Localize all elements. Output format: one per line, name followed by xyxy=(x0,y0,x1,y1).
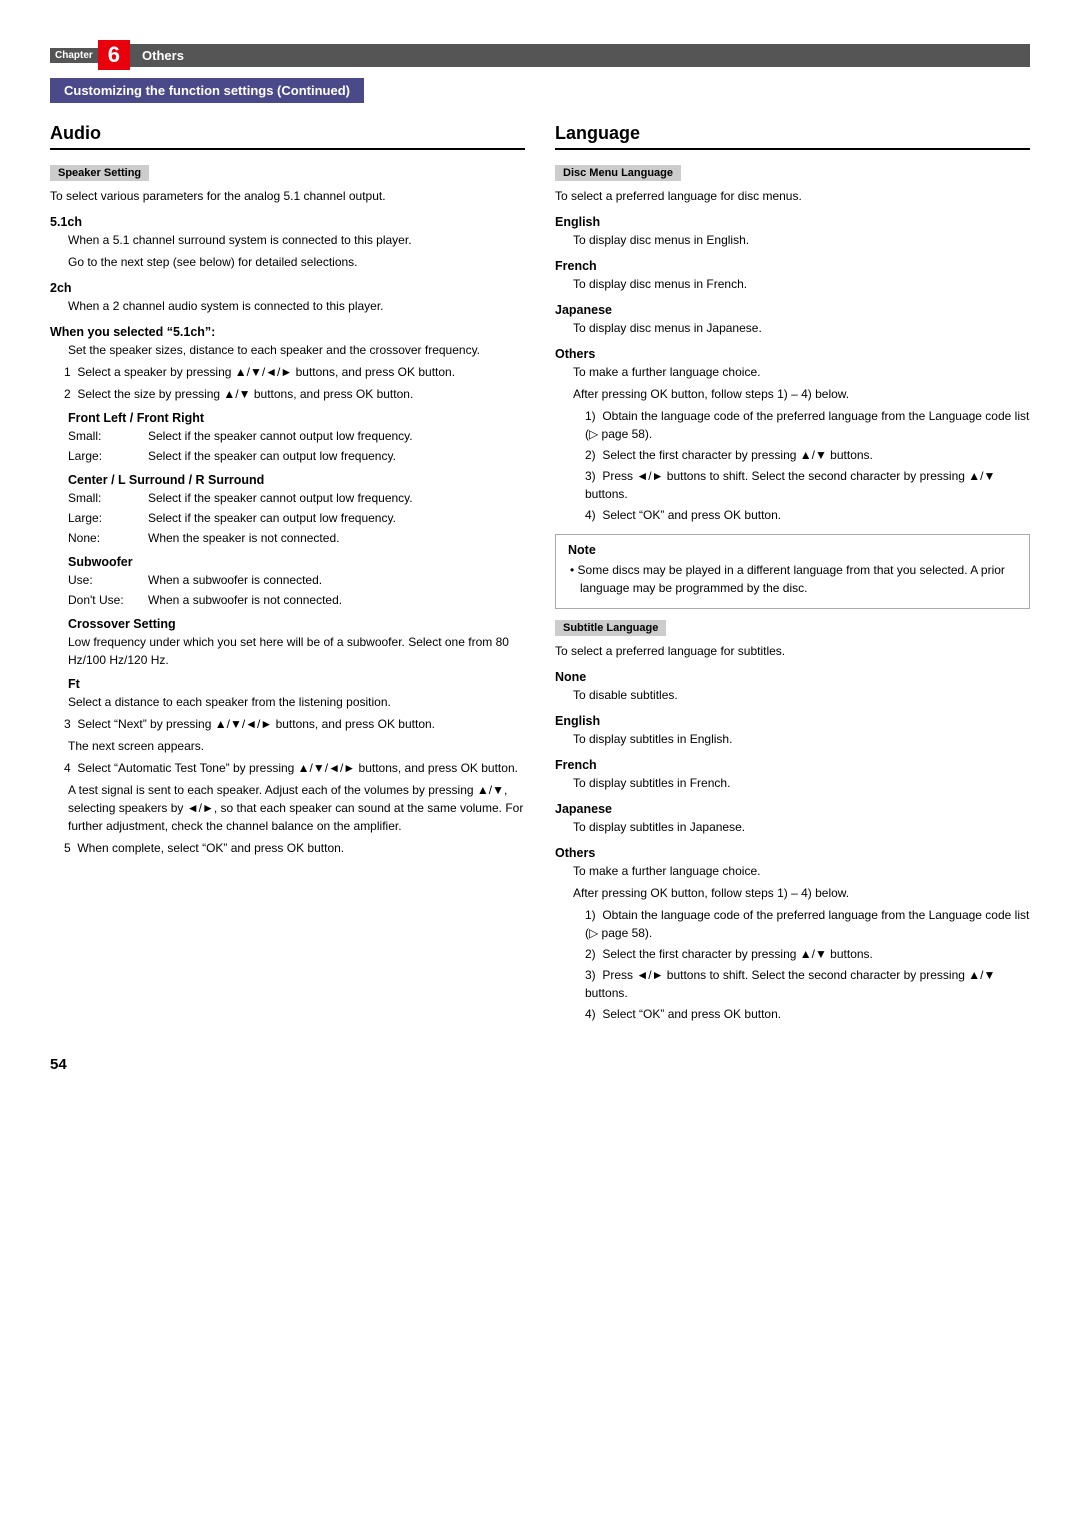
crossover-heading: Crossover Setting xyxy=(68,617,525,631)
disc-menu-others-step2: 2) Select the first character by pressin… xyxy=(585,446,1030,464)
subwoofer-heading: Subwoofer xyxy=(68,555,525,569)
disc-menu-others-step4: 4) Select “OK” and press OK button. xyxy=(585,506,1030,524)
front-lr-section: Front Left / Front Right Small: Select i… xyxy=(68,411,525,465)
subtitle-bar: Customizing the function settings (Conti… xyxy=(50,78,1030,123)
subtitle-japanese-text: To display subtitles in Japanese. xyxy=(573,818,1030,836)
step3: 3 Select “Next” by pressing ▲/▼/◄/► butt… xyxy=(64,715,525,733)
when-selected-heading: When you selected “5.1ch”: xyxy=(50,325,525,339)
audio-section: Audio Speaker Setting To select various … xyxy=(50,123,525,1026)
subtitle-japanese-heading: Japanese xyxy=(555,802,1030,816)
disc-menu-english-heading: English xyxy=(555,215,1030,229)
subtitle-bar-text: Customizing the function settings (Conti… xyxy=(50,78,364,103)
center-surround-large: Large: Select if the speaker can output … xyxy=(68,509,525,527)
front-lr-large: Large: Select if the speaker can output … xyxy=(68,447,525,465)
subwoofer-use: Use: When a subwoofer is connected. xyxy=(68,571,525,589)
subtitle-others-after: After pressing OK button, follow steps 1… xyxy=(573,884,1030,902)
disc-menu-section: Disc Menu Language To select a preferred… xyxy=(555,164,1030,609)
language-section: Language Disc Menu Language To select a … xyxy=(555,123,1030,1026)
disc-menu-japanese-text: To display disc menus in Japanese. xyxy=(573,319,1030,337)
subtitle-french-text: To display subtitles in French. xyxy=(573,774,1030,792)
disc-menu-note: Note • Some discs may be played in a dif… xyxy=(555,534,1030,609)
2ch-text: When a 2 channel audio system is connect… xyxy=(68,297,525,315)
ft-section: Ft Select a distance to each speaker fro… xyxy=(68,677,525,711)
disc-menu-others-heading: Others xyxy=(555,347,1030,361)
audio-title: Audio xyxy=(50,123,525,150)
main-content: Audio Speaker Setting To select various … xyxy=(50,123,1030,1026)
2ch-heading: 2ch xyxy=(50,281,525,295)
speaker-setting-label: Speaker Setting xyxy=(50,165,149,181)
step5: 5 When complete, select “OK” and press O… xyxy=(64,839,525,857)
subtitle-others-step4: 4) Select “OK” and press OK button. xyxy=(585,1005,1030,1023)
disc-menu-intro: To select a preferred language for disc … xyxy=(555,187,1030,205)
front-lr-heading: Front Left / Front Right xyxy=(68,411,525,425)
subtitle-others-heading: Others xyxy=(555,846,1030,860)
crossover-section: Crossover Setting Low frequency under wh… xyxy=(68,617,525,669)
subtitle-label: Subtitle Language xyxy=(555,620,666,636)
disc-menu-english-text: To display disc menus in English. xyxy=(573,231,1030,249)
center-surround-heading: Center / L Surround / R Surround xyxy=(68,473,525,487)
subtitle-others-step1: 1) Obtain the language code of the prefe… xyxy=(585,906,1030,942)
next-screen: The next screen appears. xyxy=(68,737,525,755)
subwoofer-section: Subwoofer Use: When a subwoofer is conne… xyxy=(68,555,525,609)
subtitle-english-heading: English xyxy=(555,714,1030,728)
subtitle-french-heading: French xyxy=(555,758,1030,772)
note-bullet: • Some discs may be played in a differen… xyxy=(568,561,1017,597)
subtitle-others-step2: 2) Select the first character by pressin… xyxy=(585,945,1030,963)
center-surround-none: None: When the speaker is not connected. xyxy=(68,529,525,547)
step2: 2 Select the size by pressing ▲/▼ button… xyxy=(64,385,525,403)
5-1ch-text1: When a 5.1 channel surround system is co… xyxy=(68,231,525,249)
disc-menu-others-text: To make a further language choice. xyxy=(573,363,1030,381)
disc-menu-others-step3: 3) Press ◄/► buttons to shift. Select th… xyxy=(585,467,1030,503)
subtitle-intro: To select a preferred language for subti… xyxy=(555,642,1030,660)
5-1ch-text2: Go to the next step (see below) for deta… xyxy=(68,253,525,271)
disc-menu-label: Disc Menu Language xyxy=(555,165,681,181)
chapter-label: Chapter xyxy=(50,48,98,63)
disc-menu-french-text: To display disc menus in French. xyxy=(573,275,1030,293)
subtitle-none-text: To disable subtitles. xyxy=(573,686,1030,704)
front-lr-small: Small: Select if the speaker cannot outp… xyxy=(68,427,525,445)
chapter-header: Chapter 6 Others xyxy=(50,40,1030,70)
step4: 4 Select “Automatic Test Tone” by pressi… xyxy=(64,759,525,777)
subwoofer-dontuse: Don't Use: When a subwoofer is not conne… xyxy=(68,591,525,609)
ft-text: Select a distance to each speaker from t… xyxy=(68,693,525,711)
when-selected-text: Set the speaker sizes, distance to each … xyxy=(68,341,525,359)
chapter-name: Others xyxy=(130,44,1030,67)
crossover-text: Low frequency under which you set here w… xyxy=(68,633,525,669)
speaker-setting: Speaker Setting To select various parame… xyxy=(50,164,525,857)
language-title: Language xyxy=(555,123,1030,150)
subtitle-section: Subtitle Language To select a preferred … xyxy=(555,619,1030,1023)
disc-menu-japanese-heading: Japanese xyxy=(555,303,1030,317)
chapter-number: 6 xyxy=(98,40,130,70)
ft-heading: Ft xyxy=(68,677,525,691)
center-surround-small: Small: Select if the speaker cannot outp… xyxy=(68,489,525,507)
disc-menu-french-heading: French xyxy=(555,259,1030,273)
5-1ch-heading: 5.1ch xyxy=(50,215,525,229)
disc-menu-others-after: After pressing OK button, follow steps 1… xyxy=(573,385,1030,403)
subtitle-none-heading: None xyxy=(555,670,1030,684)
speaker-setting-intro: To select various parameters for the ana… xyxy=(50,187,525,205)
step4-detail: A test signal is sent to each speaker. A… xyxy=(68,781,525,835)
disc-menu-others-step1: 1) Obtain the language code of the prefe… xyxy=(585,407,1030,443)
page-number: 54 xyxy=(50,1056,1030,1073)
center-surround-section: Center / L Surround / R Surround Small: … xyxy=(68,473,525,547)
subtitle-others-step3: 3) Press ◄/► buttons to shift. Select th… xyxy=(585,966,1030,1002)
subtitle-english-text: To display subtitles in English. xyxy=(573,730,1030,748)
subtitle-others-text: To make a further language choice. xyxy=(573,862,1030,880)
note-title: Note xyxy=(568,543,1017,557)
step1: 1 Select a speaker by pressing ▲/▼/◄/► b… xyxy=(64,363,525,381)
